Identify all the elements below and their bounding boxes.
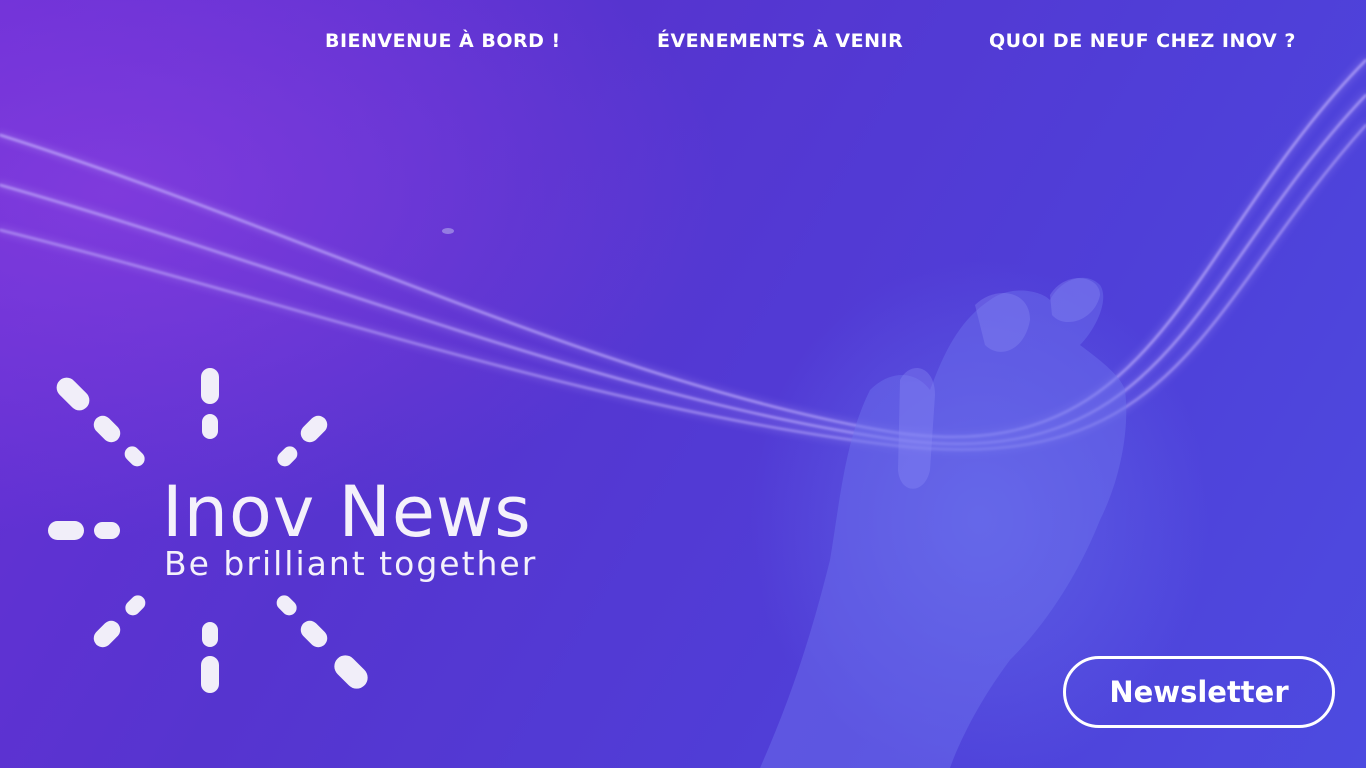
nav-link-quoi-de-neuf[interactable]: QUOI DE NEUF CHEZ INOV ?	[989, 28, 1296, 54]
top-navigation: BIENVENUE À BORD ! ÉVENEMENTS À VENIR QU…	[0, 28, 1366, 56]
brand-logo: Inov News Be brilliant together	[40, 360, 580, 700]
nav-link-bienvenue[interactable]: BIENVENUE À BORD !	[325, 28, 561, 54]
brand-title: Inov News	[162, 471, 532, 553]
brand-tagline: Be brilliant together	[164, 544, 538, 583]
nav-link-evenements[interactable]: ÉVENEMENTS À VENIR	[657, 28, 903, 54]
newsletter-button[interactable]: Newsletter	[1063, 656, 1335, 728]
